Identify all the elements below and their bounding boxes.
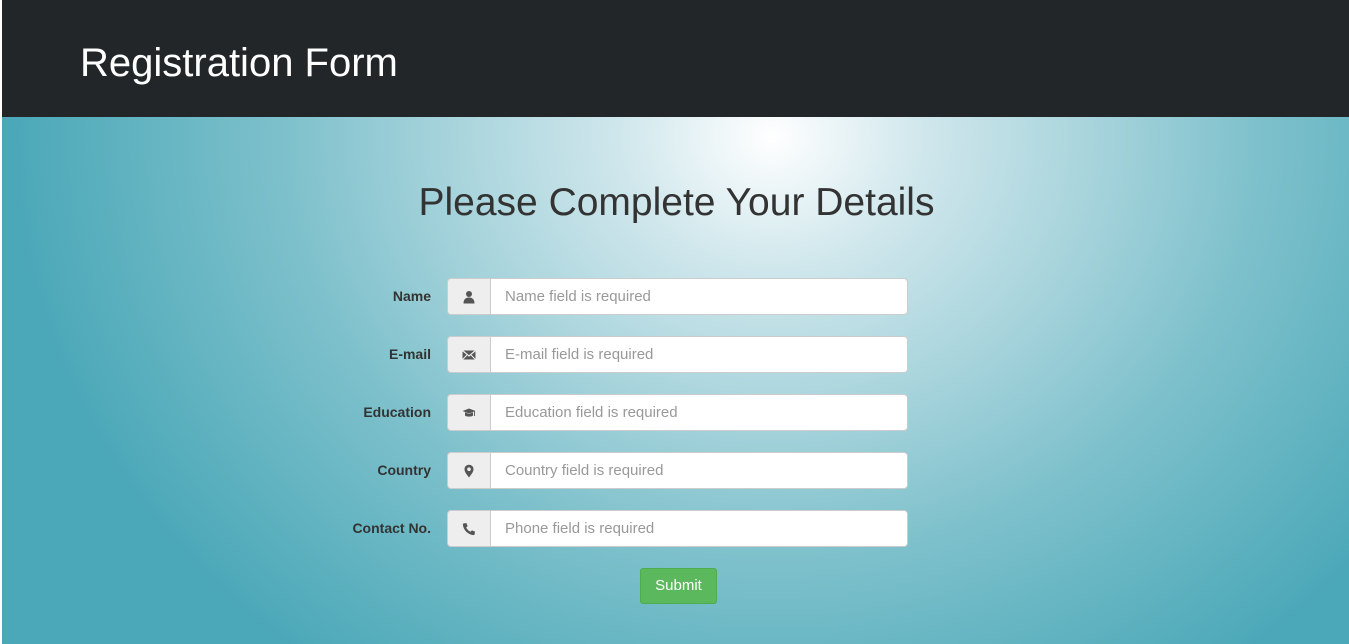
email-input-group — [447, 336, 908, 373]
envelope-icon — [447, 336, 491, 373]
user-icon — [447, 278, 491, 315]
name-input-group — [447, 278, 908, 315]
navbar-brand[interactable]: Registration Form — [80, 38, 398, 88]
email-label: E-mail — [388, 346, 431, 362]
form-row-contact: Contact No. — [2, 510, 1349, 547]
email-input[interactable] — [490, 336, 908, 373]
education-input-group — [447, 394, 908, 431]
contact-label: Contact No. — [352, 520, 431, 536]
contact-input-group — [447, 510, 908, 547]
graduation-cap-icon — [447, 394, 491, 431]
form-row-name: Name — [2, 278, 1349, 315]
navbar: Registration Form — [0, 0, 1349, 117]
education-input[interactable] — [490, 394, 908, 431]
page-heading: Please Complete Your Details — [418, 181, 935, 224]
phone-icon — [447, 510, 491, 547]
submit-button[interactable]: Submit — [640, 568, 717, 604]
name-input[interactable] — [490, 278, 908, 315]
contact-input[interactable] — [490, 510, 908, 547]
form-row-email: E-mail — [2, 336, 1349, 373]
map-marker-icon — [447, 452, 491, 489]
education-label: Education — [363, 404, 431, 420]
name-label: Name — [392, 288, 431, 304]
country-label: Country — [377, 462, 431, 478]
main-content: Please Complete Your Details Name E-mail… — [0, 117, 1349, 644]
country-input[interactable] — [490, 452, 908, 489]
country-input-group — [447, 452, 908, 489]
form-row-education: Education — [2, 394, 1349, 431]
form-row-country: Country — [2, 452, 1349, 489]
